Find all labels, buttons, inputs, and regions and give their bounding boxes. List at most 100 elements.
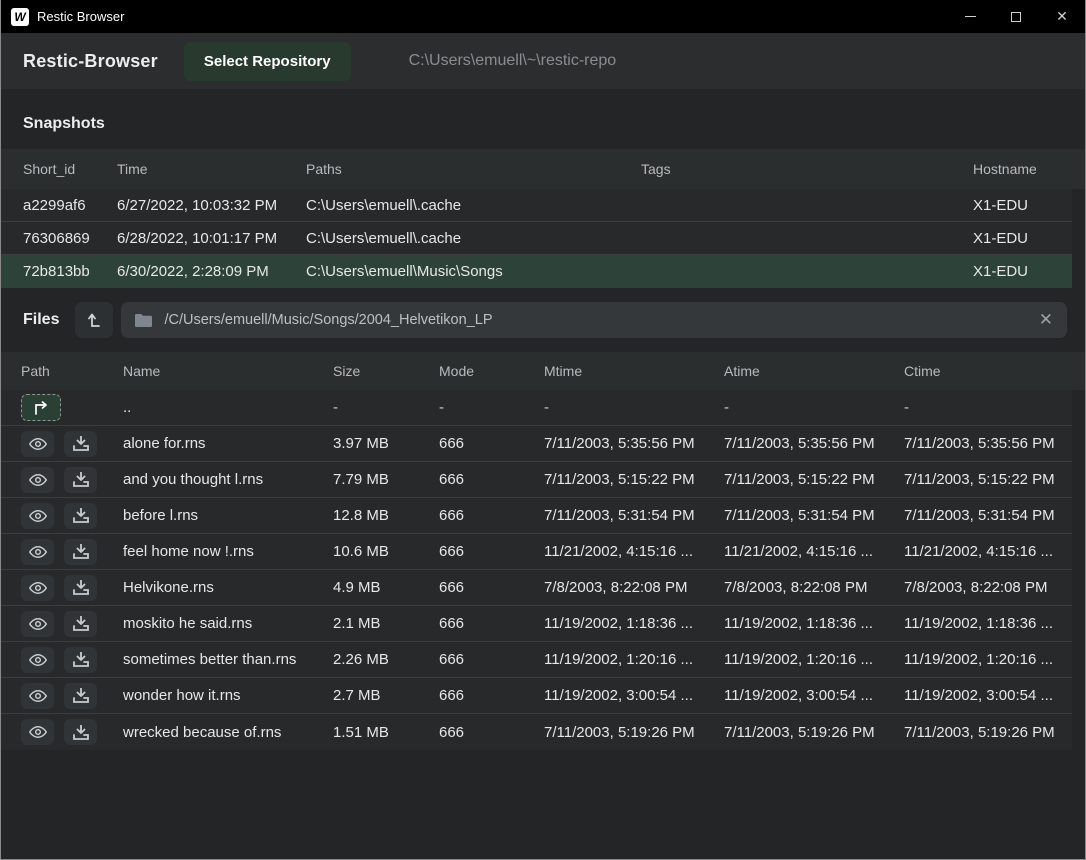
minimize-icon: [965, 16, 976, 17]
col-atime: Atime: [724, 363, 904, 379]
eye-icon: [29, 617, 47, 631]
file-mode: -: [439, 399, 544, 416]
download-icon: [73, 508, 89, 523]
file-name: feel home now !.rns: [123, 543, 333, 560]
snapshot-short-id: a2299af6: [23, 197, 117, 214]
download-file-button[interactable]: [64, 539, 97, 565]
file-ctime: 11/19/2002, 1:20:16 ...: [904, 651, 1072, 668]
file-size: 2.26 MB: [333, 651, 439, 668]
file-ctime: 7/11/2003, 5:19:26 PM: [904, 724, 1072, 741]
file-atime: 7/11/2003, 5:35:56 PM: [724, 435, 904, 452]
snapshot-row[interactable]: a2299af6 6/27/2022, 10:03:32 PM C:\Users…: [1, 189, 1072, 222]
close-icon: ✕: [1056, 8, 1068, 25]
file-mode: 666: [439, 543, 544, 560]
file-mode: 666: [439, 651, 544, 668]
file-row: before l.rns 12.8 MB 666 7/11/2003, 5:31…: [1, 498, 1072, 534]
file-atime: 11/21/2002, 4:15:16 ...: [724, 543, 904, 560]
file-mtime: 7/11/2003, 5:31:54 PM: [544, 507, 724, 524]
download-file-button[interactable]: [64, 467, 97, 493]
go-parent-dir-button[interactable]: [21, 394, 61, 421]
file-mode: 666: [439, 435, 544, 452]
download-file-button[interactable]: [64, 575, 97, 601]
view-file-button[interactable]: [21, 431, 54, 457]
app-logo-icon: W: [11, 8, 29, 26]
minimize-button[interactable]: [947, 0, 993, 33]
current-path-bar[interactable]: /C/Users/emuell/Music/Songs/2004_Helveti…: [121, 302, 1067, 338]
file-name: ..: [123, 399, 333, 416]
close-button[interactable]: ✕: [1039, 0, 1085, 33]
download-file-button[interactable]: [64, 431, 97, 457]
download-file-button[interactable]: [64, 683, 97, 709]
download-icon: [73, 580, 89, 595]
col-tags: Tags: [641, 161, 973, 177]
app-header: Restic-Browser Select Repository C:\User…: [1, 33, 1085, 89]
download-file-button[interactable]: [64, 719, 97, 745]
view-file-button[interactable]: [21, 683, 54, 709]
current-path-text: /C/Users/emuell/Music/Songs/2004_Helveti…: [164, 312, 1028, 328]
view-file-button[interactable]: [21, 467, 54, 493]
file-name: and you thought l.rns: [123, 471, 333, 488]
download-icon: [73, 616, 89, 631]
file-mode: 666: [439, 724, 544, 741]
snapshot-short-id: 76306869: [23, 230, 117, 247]
view-file-button[interactable]: [21, 503, 54, 529]
file-size: 3.97 MB: [333, 435, 439, 452]
snapshot-row-selected[interactable]: 72b813bb 6/30/2022, 2:28:09 PM C:\Users\…: [1, 255, 1072, 288]
parent-dir-row: .. - - - - -: [1, 390, 1072, 426]
eye-icon: [29, 545, 47, 559]
level-up-button[interactable]: [75, 302, 113, 338]
files-table-header: Path Name Size Mode Mtime Atime Ctime: [1, 352, 1085, 390]
eye-icon: [29, 473, 47, 487]
files-table-body: .. - - - - - alone for.rns 3.97 MB 666 7…: [1, 390, 1072, 750]
eye-icon: [29, 437, 47, 451]
file-row: wrecked because of.rns 1.51 MB 666 7/11/…: [1, 714, 1072, 750]
files-heading: Files: [23, 311, 59, 329]
up-then-right-arrow-icon: [32, 401, 50, 415]
file-ctime: 7/11/2003, 5:15:22 PM: [904, 471, 1072, 488]
file-mtime: 7/11/2003, 5:19:26 PM: [544, 724, 724, 741]
view-file-button[interactable]: [21, 611, 54, 637]
file-name: Helvikone.rns: [123, 579, 333, 596]
download-file-button[interactable]: [64, 503, 97, 529]
file-row: wonder how it.rns 2.7 MB 666 11/19/2002,…: [1, 678, 1072, 714]
maximize-button[interactable]: [993, 0, 1039, 33]
snapshot-time: 6/30/2022, 2:28:09 PM: [117, 263, 306, 280]
eye-icon: [29, 653, 47, 667]
col-mtime: Mtime: [544, 363, 724, 379]
file-row: and you thought l.rns 7.79 MB 666 7/11/2…: [1, 462, 1072, 498]
download-icon: [73, 544, 89, 559]
app-name: Restic-Browser: [23, 51, 158, 72]
file-mode: 666: [439, 507, 544, 524]
select-repository-button[interactable]: Select Repository: [184, 42, 351, 81]
col-short-id: Short_id: [23, 161, 117, 177]
view-file-button[interactable]: [21, 647, 54, 673]
download-file-button[interactable]: [64, 647, 97, 673]
file-mode: 666: [439, 471, 544, 488]
file-row: moskito he said.rns 2.1 MB 666 11/19/200…: [1, 606, 1072, 642]
eye-icon: [29, 689, 47, 703]
download-icon: [73, 652, 89, 667]
file-name: wonder how it.rns: [123, 687, 333, 704]
file-row: feel home now !.rns 10.6 MB 666 11/21/20…: [1, 534, 1072, 570]
view-file-button[interactable]: [21, 719, 54, 745]
snapshot-hostname: X1-EDU: [973, 263, 1072, 280]
view-file-button[interactable]: [21, 575, 54, 601]
file-size: 1.51 MB: [333, 724, 439, 741]
view-file-button[interactable]: [21, 539, 54, 565]
clear-path-button[interactable]: ✕: [1029, 310, 1053, 330]
snapshot-row[interactable]: 76306869 6/28/2022, 10:01:17 PM C:\Users…: [1, 222, 1072, 255]
download-icon: [73, 436, 89, 451]
file-ctime: 7/8/2003, 8:22:08 PM: [904, 579, 1072, 596]
download-icon: [73, 688, 89, 703]
col-path: Path: [21, 363, 123, 379]
snapshots-heading: Snapshots: [1, 89, 1085, 149]
snapshot-time: 6/27/2022, 10:03:32 PM: [117, 197, 306, 214]
eye-icon: [29, 581, 47, 595]
file-size: 2.1 MB: [333, 615, 439, 632]
file-ctime: 11/19/2002, 3:00:54 ...: [904, 687, 1072, 704]
files-toolbar: Files /C/Users/emuell/Music/Songs/2004_H…: [1, 288, 1085, 338]
file-name: wrecked because of.rns: [123, 724, 333, 741]
download-file-button[interactable]: [64, 611, 97, 637]
maximize-icon: [1011, 12, 1021, 22]
file-atime: 11/19/2002, 1:20:16 ...: [724, 651, 904, 668]
